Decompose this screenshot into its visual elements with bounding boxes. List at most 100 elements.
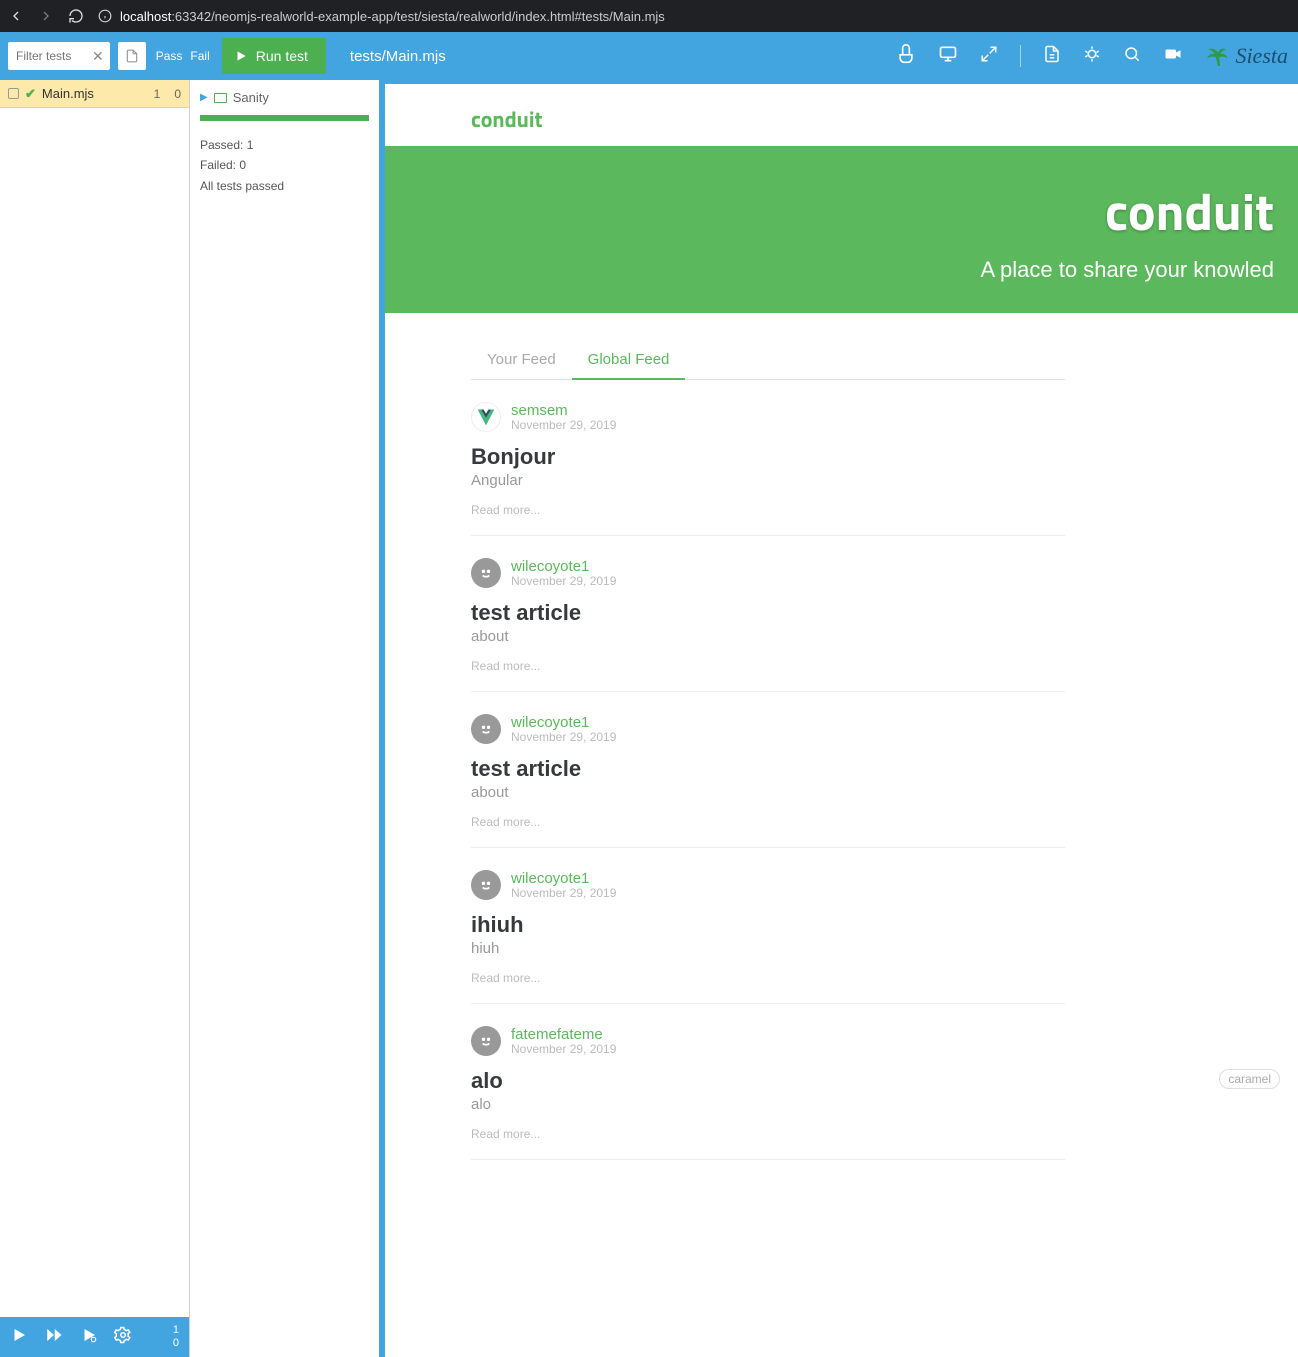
summary-line: All tests passed (200, 176, 369, 196)
article-author[interactable]: wilecoyote1 (511, 871, 616, 886)
hero-title: conduit (409, 172, 1274, 251)
passed-line: Passed: 1 (200, 135, 369, 155)
current-test-path: tests/Main.mjs (350, 48, 446, 65)
check-icon: ✔ (25, 86, 36, 102)
address-bar[interactable]: localhost:63342/neomjs-realworld-example… (98, 9, 1290, 24)
result-group[interactable]: ▶ Sanity (200, 88, 369, 115)
article-title: alo (471, 1068, 1065, 1094)
article-author[interactable]: wilecoyote1 (511, 559, 616, 574)
url-host: localhost (120, 9, 171, 24)
read-more-link[interactable]: Read more... (471, 815, 1065, 829)
article-preview[interactable]: wilecoyote1November 29, 2019test article… (471, 692, 1065, 848)
file-icon (125, 48, 139, 64)
file-filter-button[interactable] (118, 42, 146, 70)
runner-pass: 1 (173, 1324, 179, 1337)
main-area: ✔ Main.mjs 1 0 1 0 ▶ Sanity Passed: 1 F (0, 80, 1298, 1357)
run-test-button[interactable]: Run test (222, 38, 326, 74)
expand-icon[interactable] (980, 45, 998, 68)
browser-chrome: localhost:63342/neomjs-realworld-example… (0, 0, 1298, 32)
avatar[interactable] (471, 714, 501, 744)
siesta-logo: Siesta (1205, 40, 1288, 73)
failed-line: Failed: 0 (200, 155, 369, 175)
app-navbar: conduit (385, 84, 1298, 146)
play-icon (234, 49, 248, 63)
url-path: :63342/neomjs-realworld-example-app/test… (171, 9, 665, 24)
bug-icon[interactable] (1083, 45, 1101, 68)
brand-link[interactable]: conduit (471, 102, 543, 136)
article-date: November 29, 2019 (511, 418, 616, 432)
toolbar-right: Siesta (896, 40, 1288, 73)
filter-input[interactable] (16, 49, 86, 63)
result-group-label: Sanity (233, 90, 269, 105)
article-preview[interactable]: wilecoyote1November 29, 2019 test article… (471, 536, 1065, 692)
fast-forward-icon[interactable] (44, 1326, 64, 1349)
fail-filter[interactable]: Fail (190, 49, 209, 63)
play-all-icon[interactable] (80, 1326, 98, 1349)
avatar[interactable] (471, 402, 501, 432)
siesta-toolbar: ✕ Pass Fail Run test tests/Main.mjs Sies… (0, 32, 1298, 80)
test-tree-item[interactable]: ✔ Main.mjs 1 0 (0, 80, 189, 108)
article-desc: alo (471, 1096, 1065, 1113)
back-icon[interactable] (8, 8, 24, 24)
pass-fail-filter: Pass Fail (156, 49, 210, 63)
article-author[interactable]: wilecoyote1 (511, 715, 616, 730)
article-desc: about (471, 628, 1065, 645)
cursor-icon[interactable] (896, 44, 916, 69)
app-preview: conduit conduit A place to share your kn… (385, 80, 1298, 1357)
filter-tests-wrap: ✕ (8, 42, 110, 70)
tab-your-feed[interactable]: Your Feed (471, 343, 572, 379)
checkbox-icon[interactable] (8, 88, 19, 99)
video-icon[interactable] (1163, 45, 1183, 68)
article-preview[interactable]: fatemefatemeNovember 29, 2019 alo alo Read … (471, 1004, 1065, 1160)
progress-bar (200, 115, 369, 121)
reload-icon[interactable] (68, 8, 84, 24)
test-fail-count: 0 (174, 87, 181, 101)
tab-global-feed[interactable]: Global Feed (572, 343, 686, 380)
article-date: November 29, 2019 (511, 1042, 616, 1056)
read-more-link[interactable]: Read more... (471, 1127, 1065, 1141)
article-date: November 29, 2019 (511, 730, 616, 744)
article-author[interactable]: fatemefateme (511, 1027, 616, 1042)
gear-icon[interactable] (114, 1326, 132, 1349)
read-more-link[interactable]: Read more... (471, 659, 1065, 673)
article-desc: about (471, 784, 1065, 801)
forward-icon[interactable] (38, 8, 54, 24)
avatar[interactable] (471, 558, 501, 588)
search-icon[interactable] (1123, 45, 1141, 68)
article-desc: Angular (471, 472, 1065, 489)
hero-subtitle: A place to share your knowled (409, 257, 1274, 283)
article-preview[interactable]: wilecoyote1November 29, 2019 ihiuh hiuh Rea… (471, 848, 1065, 1004)
article-desc: hiuh (471, 940, 1065, 957)
article-preview[interactable]: semsemNovember 29, 2019 Bonjour Angular Rea… (471, 380, 1065, 536)
pass-filter[interactable]: Pass (156, 49, 183, 63)
test-file-name: Main.mjs (42, 86, 94, 101)
avatar[interactable] (471, 870, 501, 900)
test-pass-count: 1 (154, 87, 161, 101)
article-tag[interactable]: caramel (1219, 1069, 1280, 1089)
caret-right-icon: ▶ (200, 92, 208, 103)
article-title: test article (471, 600, 1065, 626)
article-date: November 29, 2019 (511, 886, 616, 900)
article-title: Bonjour (471, 444, 1065, 470)
runner-toolbar: 1 0 (0, 1317, 189, 1357)
clear-filter-icon[interactable]: ✕ (92, 48, 104, 65)
info-icon (98, 9, 112, 23)
article-author[interactable]: semsem (511, 403, 616, 418)
monitor-icon[interactable] (938, 44, 958, 69)
play-icon[interactable] (10, 1326, 28, 1349)
app-hero: conduit A place to share your knowled (385, 146, 1298, 313)
folder-icon (214, 93, 227, 103)
test-tree-panel: ✔ Main.mjs 1 0 1 0 (0, 80, 190, 1357)
palm-icon (1205, 40, 1231, 73)
read-more-link[interactable]: Read more... (471, 503, 1065, 517)
avatar[interactable] (471, 1026, 501, 1056)
results-panel: ▶ Sanity Passed: 1 Failed: 0 All tests p… (190, 80, 385, 1357)
article-title: ihiuh (471, 912, 1065, 938)
read-more-link[interactable]: Read more... (471, 971, 1065, 985)
runner-counts: 1 0 (173, 1324, 179, 1350)
siesta-logo-text: Siesta (1235, 43, 1288, 69)
article-date: November 29, 2019 (511, 574, 616, 588)
document-icon[interactable] (1043, 45, 1061, 68)
runner-fail: 0 (173, 1337, 179, 1350)
run-test-label: Run test (256, 48, 308, 64)
